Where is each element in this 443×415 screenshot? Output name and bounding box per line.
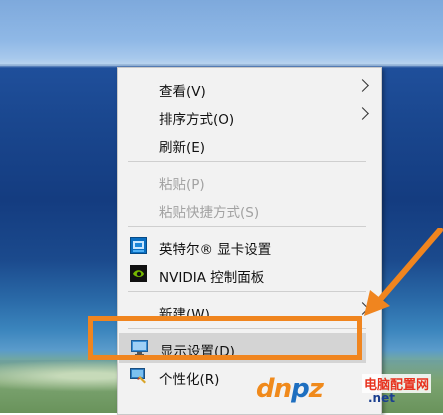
menu-item-refresh[interactable]: 刷新(E) bbox=[118, 129, 381, 159]
menu-separator bbox=[128, 161, 366, 162]
menu-item-nvidia-control-panel[interactable]: NVIDIA 控制面板 bbox=[118, 259, 381, 289]
menu-item-label: NVIDIA 控制面板 bbox=[159, 270, 265, 286]
menu-item-label: 英特尔® 显卡设置 bbox=[159, 242, 272, 258]
watermark: dnpz 电脑配置网 .net bbox=[256, 370, 436, 410]
menu-item-label: 查看(V) bbox=[159, 84, 206, 100]
nvidia-icon bbox=[130, 265, 147, 282]
watermark-logo-part: dn bbox=[256, 374, 292, 404]
chevron-right-icon bbox=[356, 107, 369, 120]
menu-item-label: 刷新(E) bbox=[159, 140, 206, 156]
menu-item-intel-graphics[interactable]: 英特尔® 显卡设置 bbox=[118, 231, 381, 261]
menu-item-paste-shortcut: 粘贴快捷方式(S) bbox=[118, 194, 381, 224]
watermark-logo: dnpz bbox=[256, 374, 324, 404]
menu-item-view[interactable]: 查看(V) bbox=[118, 73, 381, 103]
context-menu: 查看(V) 排序方式(O) 刷新(E) 粘贴(P) 粘贴快捷方式(S) 英特尔®… bbox=[117, 67, 382, 415]
menu-item-paste: 粘贴(P) bbox=[118, 166, 381, 196]
annotation-arrow bbox=[364, 228, 443, 316]
menu-item-label: 粘贴快捷方式(S) bbox=[159, 205, 260, 221]
menu-item-label: 粘贴(P) bbox=[159, 177, 205, 193]
menu-separator bbox=[128, 291, 366, 292]
intel-graphics-icon bbox=[130, 237, 147, 254]
menu-item-sort-by[interactable]: 排序方式(O) bbox=[118, 101, 381, 131]
menu-item-label: 个性化(R) bbox=[159, 372, 220, 388]
horizon bbox=[0, 64, 443, 66]
watermark-domain: .net bbox=[368, 391, 395, 405]
menu-separator bbox=[128, 226, 366, 227]
menu-item-label: 排序方式(O) bbox=[159, 112, 235, 128]
highlight-annotation-box bbox=[88, 316, 362, 360]
watermark-logo-part: z bbox=[308, 374, 324, 404]
watermark-logo-part: p bbox=[291, 374, 310, 404]
chevron-right-icon bbox=[356, 79, 369, 92]
personalize-icon bbox=[130, 367, 147, 384]
